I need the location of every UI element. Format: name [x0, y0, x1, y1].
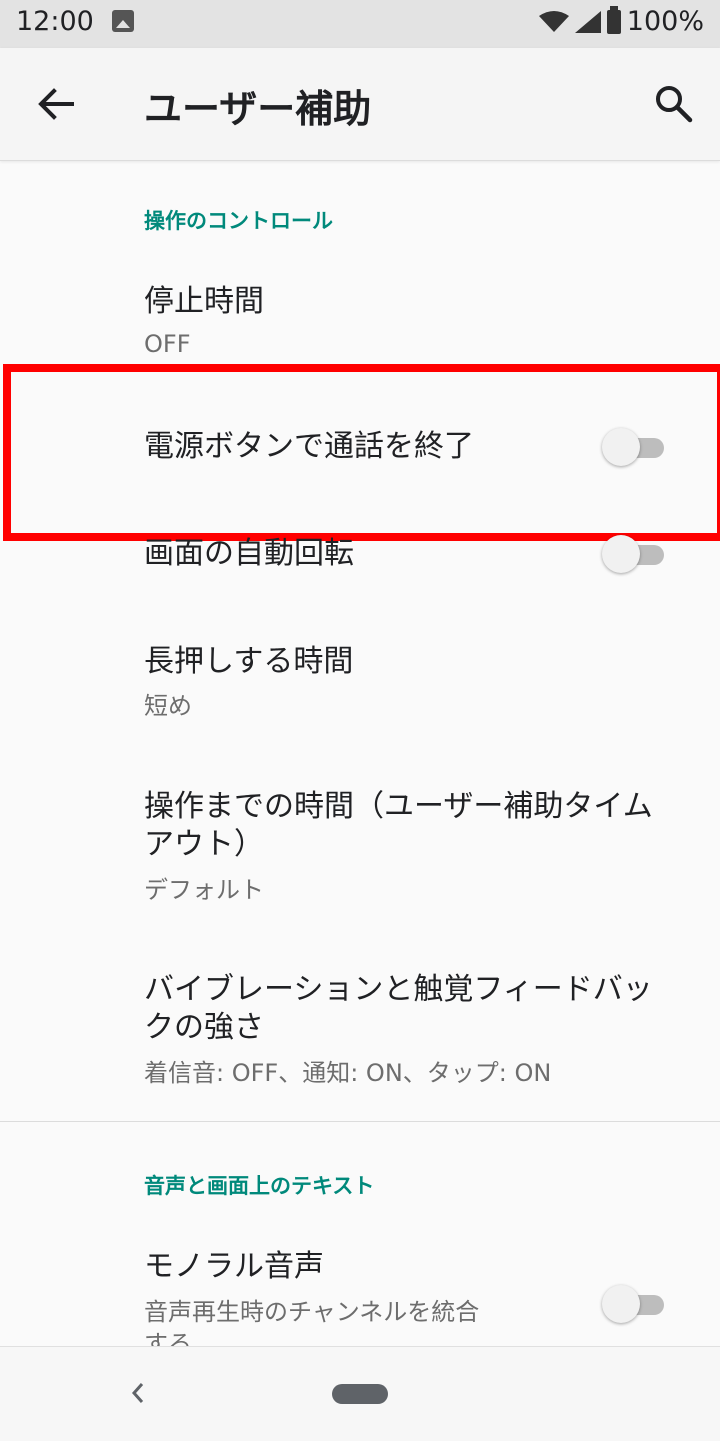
setting-item-mono-audio[interactable]: モノラル音声 音声再生時のチャンネルを統合 する — [0, 1232, 720, 1346]
item-summary: 短め — [144, 692, 192, 720]
back-arrow-icon[interactable] — [36, 86, 76, 122]
home-pill-icon[interactable] — [332, 1384, 388, 1404]
image-icon — [112, 10, 134, 32]
item-summary: 着信音: OFF、通知: ON、タップ: ON — [144, 1059, 552, 1087]
item-title: モノラル音声 — [144, 1249, 324, 1284]
navigation-bar — [0, 1346, 720, 1441]
section-divider — [0, 1121, 720, 1122]
status-icons: 100% — [538, 5, 704, 37]
toggle-thumb — [602, 1285, 640, 1323]
mono-audio-toggle[interactable] — [602, 1284, 666, 1324]
setting-item-stop-time[interactable]: 停止時間 OFF — [0, 270, 720, 362]
item-summary-line1: 音声再生時のチャンネルを統合 — [144, 1298, 480, 1326]
battery-icon — [606, 5, 621, 34]
setting-item-vibration-strength[interactable]: バイブレーションと触覚フィードバッ クの強さ 着信音: OFF、通知: ON、タ… — [0, 955, 720, 1105]
setting-item-accessibility-timeout[interactable]: 操作までの時間（ユーザー補助タイム アウト） デフォルト — [0, 770, 720, 920]
item-title: 画面の自動回転 — [144, 536, 354, 571]
battery-percentage: 100% — [626, 6, 704, 37]
item-title-line2: アウト） — [144, 827, 264, 862]
app-bar: ユーザー補助 — [0, 48, 720, 161]
nav-back-icon[interactable] — [128, 1381, 148, 1405]
item-title-line2: クの強さ — [144, 1010, 264, 1045]
item-summary: OFF — [144, 330, 191, 358]
signal-icon — [574, 10, 601, 33]
item-title-line1: 操作までの時間（ユーザー補助タイム — [144, 789, 653, 824]
page-title: ユーザー補助 — [144, 87, 372, 131]
highlight-box — [3, 364, 720, 541]
status-bar: 12:00 100% — [0, 0, 720, 48]
section-header-interaction: 操作のコントロール — [144, 209, 333, 233]
item-title: 停止時間 — [144, 284, 264, 319]
setting-item-auto-rotate[interactable]: 画面の自動回転 — [0, 530, 720, 600]
setting-item-touch-hold-delay[interactable]: 長押しする時間 短め — [0, 628, 720, 738]
item-summary: デフォルト — [144, 876, 264, 904]
auto-rotate-toggle[interactable] — [602, 534, 666, 574]
toggle-thumb — [602, 535, 640, 573]
wifi-icon — [538, 10, 569, 32]
section-header-audio-text: 音声と画面上のテキスト — [144, 1174, 375, 1198]
search-icon[interactable] — [654, 84, 694, 124]
item-summary-line2: する — [144, 1330, 192, 1346]
item-title-line1: バイブレーションと触覚フィードバッ — [144, 972, 653, 1007]
item-title: 長押しする時間 — [144, 644, 354, 679]
status-time: 12:00 — [16, 6, 94, 37]
